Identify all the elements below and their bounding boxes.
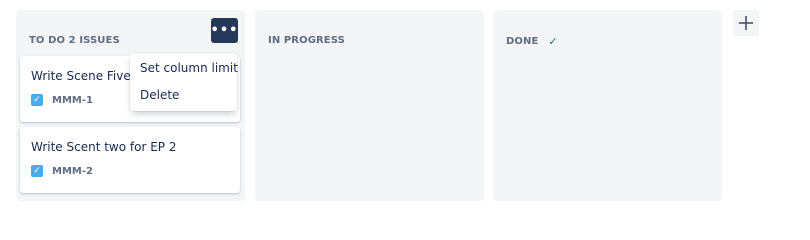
card-title: Write Scene Five fo: [31, 69, 147, 83]
task-checkbox-icon: ✓: [31, 94, 43, 106]
card-meta: ✓ MMM-2: [31, 165, 93, 177]
column-in-progress: IN PROGRESS: [255, 10, 484, 201]
column-done: DONE ✓: [493, 10, 722, 201]
column-header-todo: TO DO 2 ISSUES: [29, 35, 120, 46]
issue-key[interactable]: MMM-2: [52, 166, 93, 177]
issue-key[interactable]: MMM-1: [52, 95, 93, 106]
card-meta: ✓ MMM-1: [31, 94, 93, 106]
issue-card-mmm-2[interactable]: Write Scent two for EP 2 ✓ MMM-2: [20, 127, 240, 193]
column-header-done: DONE ✓: [506, 35, 558, 48]
plus-icon: [739, 16, 753, 30]
column-menu-dropdown: Set column limit Delete: [130, 53, 238, 111]
done-check-icon: ✓: [548, 35, 558, 48]
task-checkbox-icon: ✓: [31, 165, 43, 177]
menu-item-set-column-limit[interactable]: Set column limit: [140, 61, 238, 75]
card-title: Write Scent two for EP 2: [31, 140, 177, 154]
column-menu-button[interactable]: •••: [211, 18, 238, 43]
column-header-in-progress: IN PROGRESS: [268, 35, 345, 46]
menu-item-delete[interactable]: Delete: [140, 88, 179, 102]
add-column-button[interactable]: [733, 10, 759, 36]
column-title-done: DONE: [506, 36, 539, 47]
